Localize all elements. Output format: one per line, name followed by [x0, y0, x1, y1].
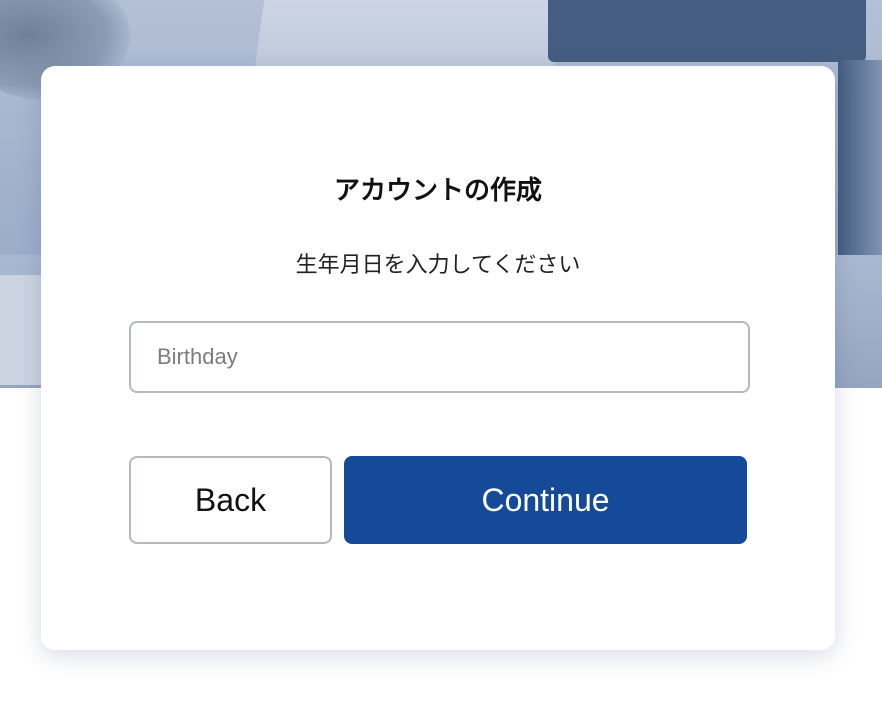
continue-button[interactable]: Continue: [344, 456, 747, 544]
page: アカウントの作成 生年月日を入力してください Back Continue: [0, 0, 882, 728]
instruction-text: 生年月日を入力してください: [295, 253, 581, 278]
birthday-input[interactable]: [129, 321, 750, 393]
page-title: アカウントの作成: [333, 176, 542, 206]
back-button[interactable]: Back: [129, 456, 332, 544]
signup-card: アカウントの作成 生年月日を入力してください Back Continue: [41, 66, 835, 650]
